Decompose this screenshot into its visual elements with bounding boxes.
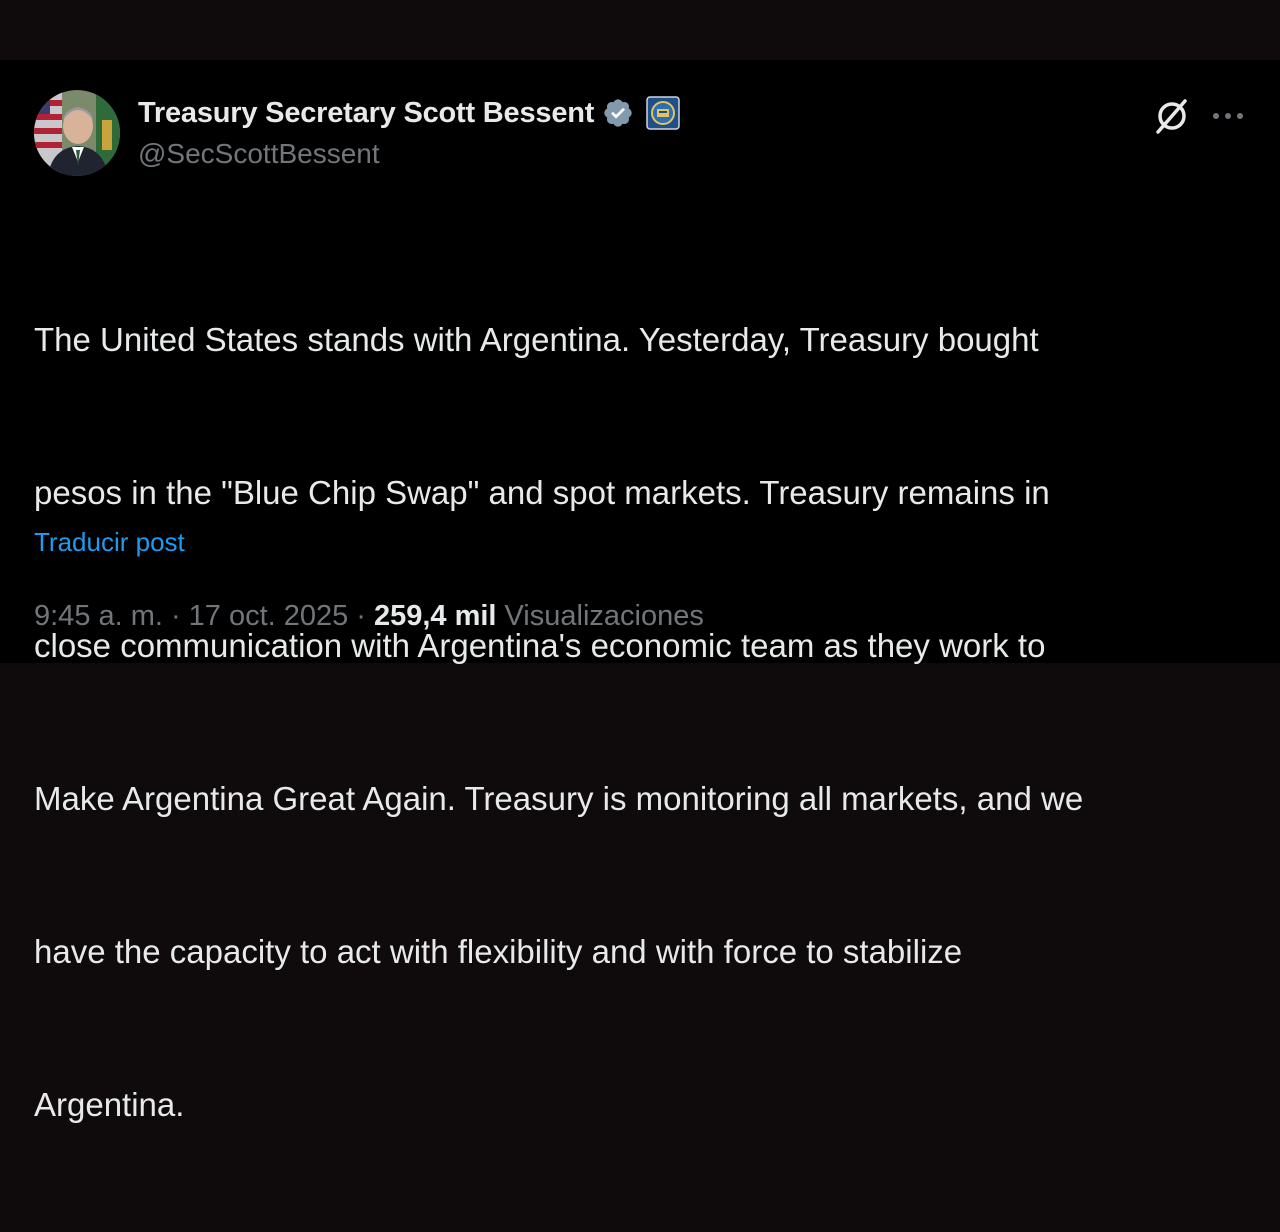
post-line: have the capacity to act with flexibilit…	[34, 933, 963, 970]
post-time[interactable]: 9:45 a. m.	[34, 600, 163, 633]
views-count[interactable]: 259,4 mil	[374, 600, 497, 633]
portrait-avatar-icon	[34, 90, 120, 176]
treasury-seal-icon[interactable]	[646, 96, 680, 130]
more-options-icon[interactable]	[1210, 98, 1246, 134]
meta-separator: ·	[170, 600, 181, 632]
verified-badge-icon[interactable]	[602, 97, 634, 129]
author-display-name[interactable]: Treasury Secretary Scott Bessent	[138, 97, 594, 130]
views-label: Visualizaciones	[504, 600, 704, 632]
author-handle[interactable]: @SecScottBessent	[138, 138, 380, 170]
grok-icon[interactable]	[1152, 96, 1192, 136]
post-line: Make Argentina Great Again. Treasury is …	[34, 780, 1084, 817]
post-text: The United States stands with Argentina.…	[34, 212, 1244, 1232]
meta-separator: ·	[356, 600, 366, 632]
post-line: The United States stands with Argentina.…	[34, 321, 1039, 358]
translate-post-link[interactable]: Traducir post	[34, 527, 185, 558]
post-meta: 9:45 a. m. · 17 oct. 2025 · 259,4 mil Vi…	[34, 600, 704, 633]
post-line: Argentina.	[34, 1086, 185, 1123]
post-line: pesos in the "Blue Chip Swap" and spot m…	[34, 474, 1050, 511]
avatar[interactable]	[34, 90, 120, 176]
tweet-card: Treasury Secretary Scott Bessent @SecSco…	[0, 60, 1280, 1123]
author-name-row: Treasury Secretary Scott Bessent	[138, 94, 680, 132]
post-date[interactable]: 17 oct. 2025	[189, 600, 349, 633]
